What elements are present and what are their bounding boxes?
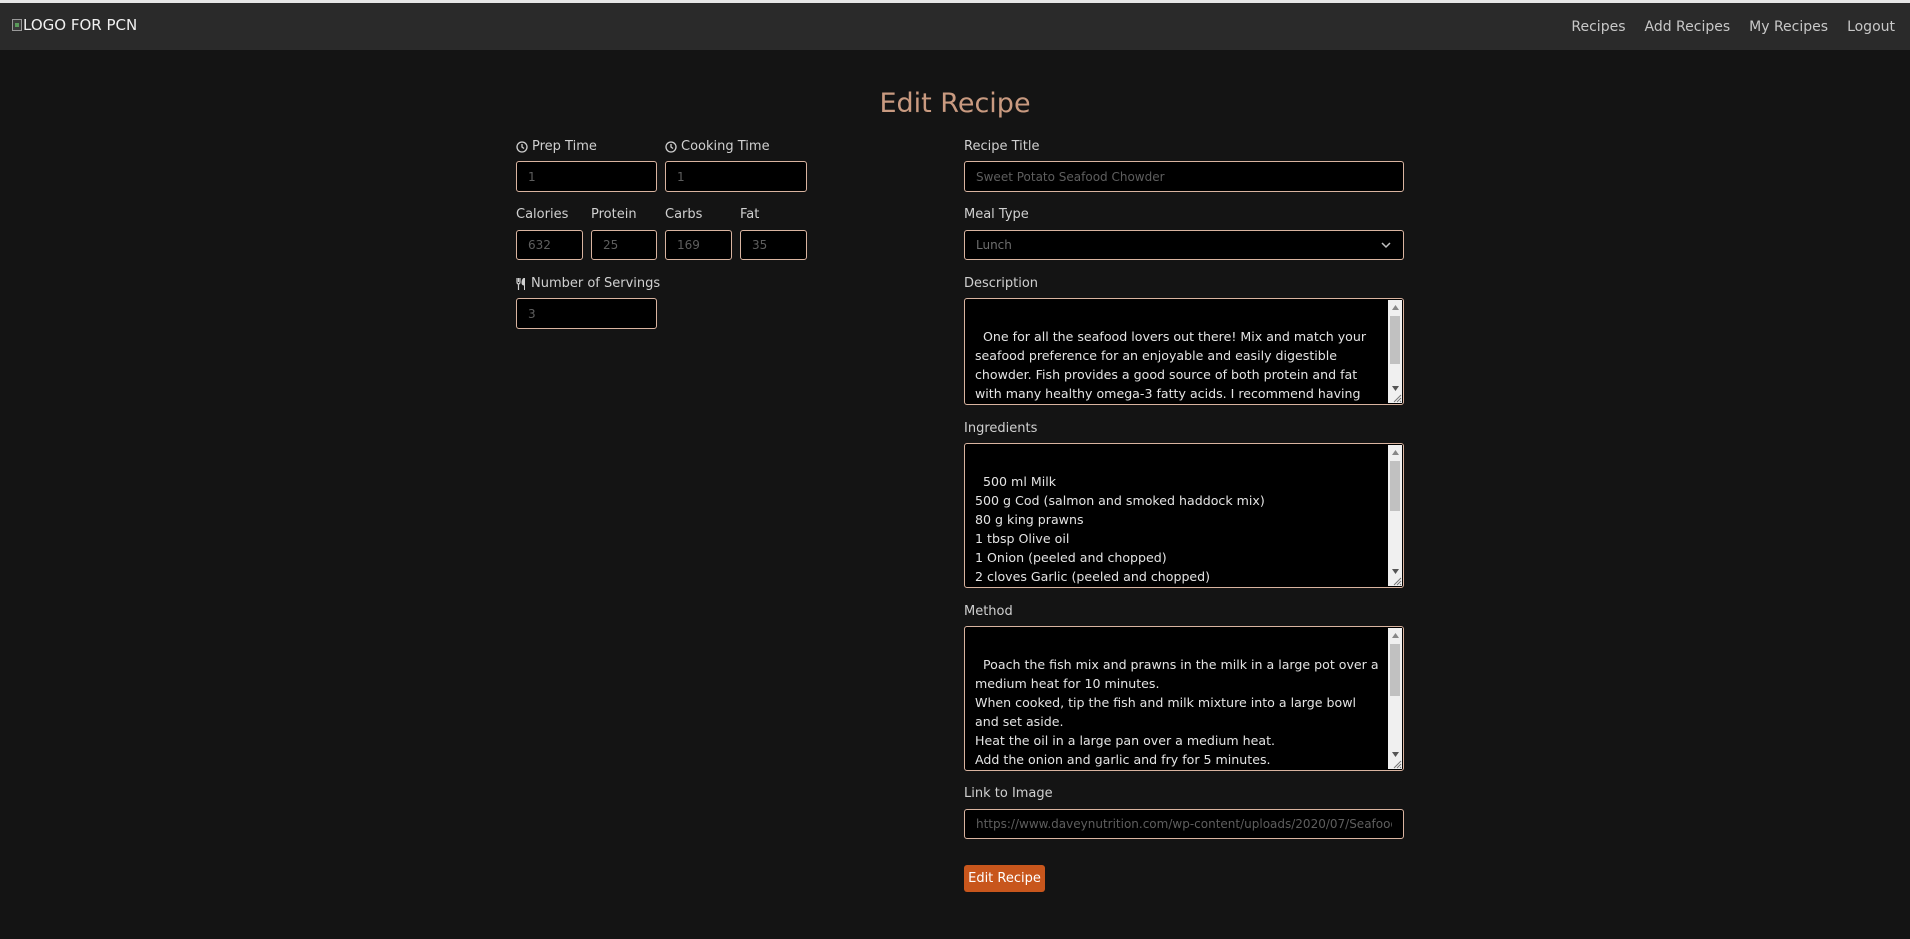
description-text: One for all the seafood lovers out there… xyxy=(975,329,1367,401)
prep-time-label: Prep Time xyxy=(516,139,597,154)
nav-link-add-recipes[interactable]: Add Recipes xyxy=(1644,19,1730,35)
meal-type-value: Lunch xyxy=(976,238,1012,252)
nav-link-logout[interactable]: Logout xyxy=(1847,19,1895,35)
method-scrollbar[interactable] xyxy=(1388,628,1402,769)
servings-label: Number of Servings xyxy=(516,276,660,291)
prep-time-input[interactable] xyxy=(516,161,657,192)
calories-input[interactable] xyxy=(516,230,583,260)
servings-label-text: Number of Servings xyxy=(531,276,661,291)
fat-label: Fat xyxy=(740,207,760,222)
resize-grip-icon[interactable] xyxy=(1393,577,1402,586)
cooking-time-label-text: Cooking Time xyxy=(681,139,770,154)
navbar: LOGO FOR PCN Recipes Add Recipes My Reci… xyxy=(0,3,1910,50)
recipe-title-label: Recipe Title xyxy=(964,139,1040,154)
carbs-input[interactable] xyxy=(665,230,732,260)
cooking-time-label: Cooking Time xyxy=(665,139,770,154)
description-label: Description xyxy=(964,276,1039,291)
method-text: Poach the fish mix and prawns in the mil… xyxy=(975,657,1379,767)
resize-grip-icon[interactable] xyxy=(1393,760,1402,769)
carbs-label: Carbs xyxy=(665,207,703,222)
fat-input[interactable] xyxy=(740,230,807,260)
scroll-down-arrow-icon[interactable] xyxy=(1388,747,1402,761)
description-scrollbar[interactable] xyxy=(1388,300,1402,403)
ingredients-textarea[interactable]: 500 ml Milk 500 g Cod (salmon and smoked… xyxy=(964,443,1404,588)
scroll-up-arrow-icon[interactable] xyxy=(1388,628,1402,642)
nav-link-my-recipes[interactable]: My Recipes xyxy=(1749,19,1828,35)
scroll-down-arrow-icon[interactable] xyxy=(1388,381,1402,395)
prep-time-label-text: Prep Time xyxy=(532,139,597,154)
protein-label: Protein xyxy=(591,207,637,222)
resize-grip-icon[interactable] xyxy=(1393,394,1402,403)
chevron-down-icon xyxy=(1381,242,1391,249)
scroll-thumb[interactable] xyxy=(1390,461,1400,511)
servings-input[interactable] xyxy=(516,298,657,329)
method-textarea[interactable]: Poach the fish mix and prawns in the mil… xyxy=(964,626,1404,771)
nav-link-recipes[interactable]: Recipes xyxy=(1571,19,1625,35)
logo-alt-text: LOGO FOR PCN xyxy=(23,15,138,34)
logo[interactable]: LOGO FOR PCN xyxy=(12,16,137,34)
page-title: Edit Recipe xyxy=(879,88,1031,119)
ingredients-scrollbar[interactable] xyxy=(1388,445,1402,586)
scroll-down-arrow-icon[interactable] xyxy=(1388,564,1402,578)
recipe-title-input[interactable] xyxy=(964,161,1404,192)
clock-icon xyxy=(665,140,677,153)
ingredients-label: Ingredients xyxy=(964,421,1038,436)
nav-links: Recipes Add Recipes My Recipes Logout xyxy=(1571,19,1895,35)
scroll-thumb[interactable] xyxy=(1390,316,1400,364)
scroll-up-arrow-icon[interactable] xyxy=(1388,300,1402,314)
broken-image-icon xyxy=(12,18,22,31)
scroll-thumb[interactable] xyxy=(1390,644,1400,696)
calories-label: Calories xyxy=(516,207,569,222)
method-label: Method xyxy=(964,604,1013,619)
meal-type-select[interactable]: Lunch xyxy=(964,230,1404,260)
clock-icon xyxy=(516,140,528,153)
image-link-input[interactable] xyxy=(964,809,1404,839)
scroll-up-arrow-icon[interactable] xyxy=(1388,445,1402,459)
meal-type-label: Meal Type xyxy=(964,207,1029,222)
protein-input[interactable] xyxy=(591,230,657,260)
description-textarea[interactable]: One for all the seafood lovers out there… xyxy=(964,298,1404,405)
image-link-label: Link to Image xyxy=(964,786,1053,801)
ingredients-text: 500 ml Milk 500 g Cod (salmon and smoked… xyxy=(975,474,1265,584)
edit-recipe-button[interactable]: Edit Recipe xyxy=(964,865,1045,892)
utensils-icon xyxy=(516,277,525,290)
cooking-time-input[interactable] xyxy=(665,161,807,192)
